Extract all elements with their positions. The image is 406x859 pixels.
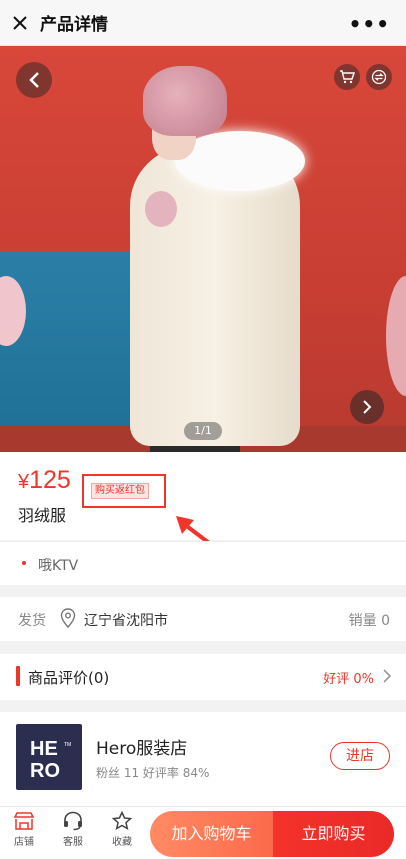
back-button[interactable]: [16, 62, 52, 98]
section-marker: [16, 666, 20, 686]
price-value: 125: [29, 466, 71, 494]
close-icon: [13, 15, 27, 30]
shop-logo[interactable]: HE RO TM: [16, 724, 82, 790]
highlight-box: 购买返红包: [82, 474, 166, 508]
buy-now-button[interactable]: 立即购买: [273, 811, 394, 857]
shop-tag-row: 哦KTV: [0, 541, 406, 585]
shop-stats: 粉丝 11 好评率 84%: [96, 766, 210, 780]
favorite-tab-label: 收藏: [112, 837, 132, 848]
reviews-row[interactable]: 商品评价(0) 好评 0%: [0, 654, 406, 700]
good-rate: 好评 0%: [323, 672, 374, 687]
shipping-location: 辽宁省沈阳市: [84, 613, 168, 629]
svg-text:RO: RO: [30, 760, 60, 782]
cart-icon: [340, 70, 355, 84]
chevron-right-icon: [383, 669, 392, 683]
svg-text:HE: HE: [30, 738, 58, 760]
photo-hat: [143, 66, 227, 136]
bottom-action-bar: 店铺 客服 收藏 加入购物车 立即购买: [0, 806, 406, 859]
chevron-right-icon: [363, 400, 372, 414]
shop-tag: 哦KTV: [38, 558, 79, 574]
photo-pompom: [145, 191, 177, 227]
location-pin-icon: [60, 608, 76, 628]
page-title: 产品详情: [40, 15, 108, 35]
close-button[interactable]: [0, 0, 40, 46]
product-name: 羽绒服: [18, 506, 67, 525]
headset-icon: [64, 811, 82, 831]
store-tab-label: 店铺: [14, 837, 34, 848]
image-pager: 1/1: [184, 422, 222, 440]
svg-text:TM: TM: [64, 742, 71, 748]
customer-service-tab[interactable]: 客服: [49, 811, 97, 848]
next-image-button[interactable]: [350, 390, 384, 424]
shipping-label: 发货: [18, 613, 46, 629]
shipping-row: 发货 辽宁省沈阳市 销量 0: [0, 597, 406, 641]
currency-symbol: ¥: [18, 471, 30, 493]
service-tab-label: 客服: [63, 837, 83, 848]
bullet-dot: [22, 561, 26, 565]
sales-count: 销量 0: [348, 613, 390, 629]
swap-icon: [371, 69, 387, 85]
reviews-title: 商品评价(0): [28, 669, 110, 687]
red-packet-badge: 购买返红包: [91, 483, 149, 499]
top-nav-bar: 产品详情 •••: [0, 0, 406, 46]
chevron-left-icon: [29, 72, 39, 88]
favorite-tab[interactable]: 收藏: [98, 811, 146, 848]
product-image-gallery[interactable]: 1/1: [0, 46, 406, 452]
cart-button[interactable]: [334, 64, 360, 90]
more-menu-button[interactable]: •••: [349, 12, 390, 36]
hero-logo-mark: HE RO TM: [30, 738, 71, 782]
product-price: ¥125: [18, 466, 71, 495]
store-tab[interactable]: 店铺: [0, 811, 48, 848]
enter-shop-button[interactable]: 进店: [330, 742, 390, 770]
add-to-cart-button[interactable]: 加入购物车: [150, 811, 273, 857]
share-button[interactable]: [366, 64, 392, 90]
shop-name: Hero服装店: [96, 739, 188, 759]
star-icon: [111, 811, 133, 830]
store-icon: [13, 812, 35, 830]
shop-card: HE RO TM Hero服装店 粉丝 11 好评率 84% 进店: [0, 712, 406, 806]
